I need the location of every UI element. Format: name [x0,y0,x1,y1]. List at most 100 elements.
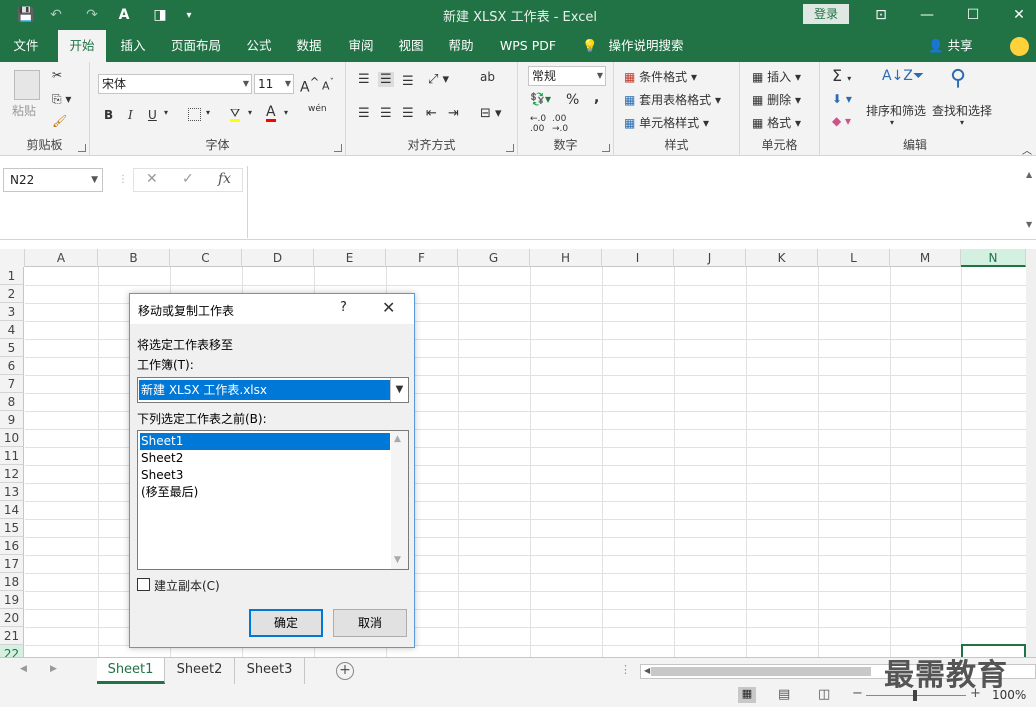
wrap-text-icon[interactable]: ab [480,70,495,84]
phonetic-icon[interactable]: wén [308,104,327,114]
sheet-tab-sheet2[interactable]: Sheet2 [165,658,235,684]
select-all-corner[interactable] [0,249,25,267]
row-header[interactable]: 16 [0,537,24,555]
row-header[interactable]: 19 [0,591,24,609]
scroll-left-icon[interactable]: ◀ [644,666,650,675]
increase-indent-icon[interactable]: ⇥ [448,106,459,121]
row-header[interactable]: 21 [0,627,24,645]
number-launcher-icon[interactable] [602,144,610,152]
column-header[interactable]: I [602,249,674,267]
row-header[interactable]: 9 [0,411,24,429]
fill-icon[interactable]: ⬇ ▾ [832,92,852,106]
chevron-down-icon[interactable]: ▼ [390,378,408,402]
increase-font-size-icon[interactable]: A^ [300,75,319,96]
orientation-icon[interactable]: ⤢ ▾ [428,72,449,87]
column-header[interactable]: G [458,249,530,267]
lightbulb-icon[interactable]: 💡 [582,30,598,62]
tab-formulas[interactable]: 公式 [238,30,280,62]
delete-cells-button[interactable]: ▦ 删除 ▾ [752,91,801,108]
create-copy-checkbox[interactable] [137,578,150,591]
column-header[interactable]: H [530,249,602,267]
row-header[interactable]: 5 [0,339,24,357]
align-right-icon[interactable]: ☰ [402,106,414,121]
font-color-dropdown-icon[interactable]: ▾ [284,108,288,117]
cancel-entry-icon[interactable]: ✕ [146,171,158,187]
tab-wps-pdf[interactable]: WPS PDF [494,30,562,62]
page-break-view-icon[interactable]: ◫ [818,687,830,702]
close-button[interactable]: ✕ [996,0,1036,30]
column-header[interactable]: L [818,249,890,267]
list-scrollbar[interactable]: ▲ ▼ [391,431,408,569]
formula-scroll-up-icon[interactable]: ▲ [1026,170,1032,179]
normal-view-icon[interactable]: ▦ [738,687,756,703]
row-header[interactable]: 10 [0,429,24,447]
row-header[interactable]: 3 [0,303,24,321]
scroll-thumb[interactable] [651,667,871,676]
format-cells-button[interactable]: ▦ 格式 ▾ [752,114,801,131]
sheet-icon[interactable]: ◨ [152,5,168,25]
merge-center-icon[interactable]: ⊟ ▾ [480,106,502,121]
paste-icon[interactable] [14,70,40,100]
collapse-ribbon-icon[interactable]: ︿ [1022,142,1032,157]
find-select-button[interactable]: 查找和选择 [932,102,992,119]
ribbon-display-options-icon[interactable]: ⊡ [858,0,904,30]
row-header[interactable]: 15 [0,519,24,537]
middle-align-icon[interactable]: ☰ [378,72,394,87]
tab-page-layout[interactable]: 页面布局 [164,30,228,62]
cut-icon[interactable]: ✂ [52,68,62,82]
align-center-icon[interactable]: ☰ [380,106,392,121]
clear-icon[interactable]: ◆ ▾ [832,114,851,128]
row-header[interactable]: 1 [0,267,24,285]
number-format-select[interactable]: 常规 ▼ [528,66,606,86]
find-icon[interactable]: ⚲ [950,66,966,91]
tab-file[interactable]: 文件 [4,30,48,62]
column-header-selected[interactable]: N [961,249,1026,267]
alignment-launcher-icon[interactable] [506,144,514,152]
column-header[interactable]: M [890,249,961,267]
align-left-icon[interactable]: ☰ [358,106,370,121]
redo-icon[interactable]: ↷ [82,5,102,25]
format-as-table-button[interactable]: ▦ 套用表格格式 ▾ [624,91,721,108]
enter-icon[interactable]: ✓ [182,171,194,187]
column-header[interactable]: E [314,249,386,267]
row-header[interactable]: 7 [0,375,24,393]
column-header[interactable]: A [25,249,98,267]
font-size-select[interactable]: 11 ▼ [254,74,294,94]
sort-filter-button[interactable]: 排序和筛选 [866,102,926,119]
copy-icon[interactable]: ⎘ ▾ [52,92,71,107]
dialog-close-icon[interactable]: ✕ [382,298,395,317]
row-header[interactable]: 14 [0,501,24,519]
row-header[interactable]: 4 [0,321,24,339]
find-select-dropdown-icon[interactable]: ▾ [960,118,964,127]
column-header[interactable]: D [242,249,314,267]
page-layout-view-icon[interactable]: ▤ [778,687,790,702]
row-header[interactable]: 13 [0,483,24,501]
undo-icon[interactable]: ↶ [46,5,66,25]
before-sheet-list[interactable]: Sheet1 Sheet2 Sheet3 (移至最后) ▲ ▼ [137,430,409,570]
formula-input[interactable] [247,166,1036,238]
tab-help[interactable]: 帮助 [440,30,482,62]
decrease-decimal-icon[interactable]: .00 →.0 [552,114,568,134]
name-box[interactable]: N22 ▼ [3,168,103,192]
insert-cells-button[interactable]: ▦ 插入 ▾ [752,68,801,85]
comma-style-icon[interactable]: , [594,90,599,106]
row-header-selected[interactable]: 22 [0,645,24,657]
decrease-indent-icon[interactable]: ⇤ [426,106,437,121]
add-sheet-button[interactable]: + [336,662,354,680]
tab-home[interactable]: 开始 [58,30,106,62]
font-color-quick-icon[interactable]: A [116,5,132,25]
column-header[interactable]: B [98,249,170,267]
workbook-select[interactable]: 新建 XLSX 工作表.xlsx ▼ [137,377,409,403]
scroll-tabs-right-icon[interactable]: ▶ [50,664,57,674]
list-item[interactable]: (移至最后) [140,484,390,501]
row-header[interactable]: 2 [0,285,24,303]
row-header[interactable]: 8 [0,393,24,411]
save-icon[interactable]: 💾 [16,5,36,25]
column-header[interactable]: J [674,249,746,267]
row-header[interactable]: 18 [0,573,24,591]
list-item[interactable]: Sheet2 [140,450,390,467]
tab-insert[interactable]: 插入 [112,30,154,62]
customize-quick-access-icon[interactable]: ▾ [182,5,196,25]
column-header[interactable]: F [386,249,458,267]
underline-dropdown-icon[interactable]: ▾ [164,108,168,117]
